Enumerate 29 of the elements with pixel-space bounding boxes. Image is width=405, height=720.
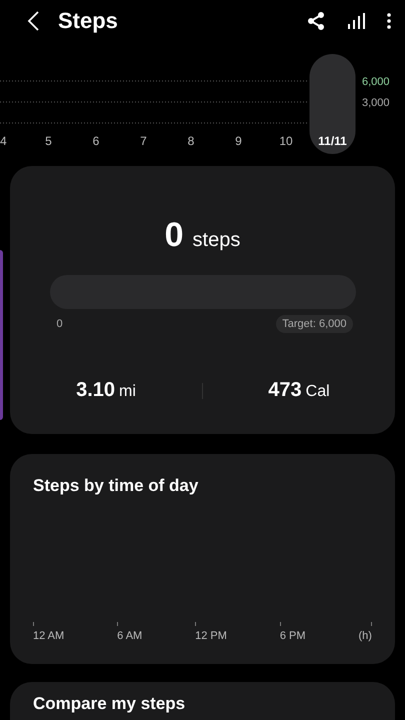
- day-label[interactable]: 4: [0, 134, 7, 148]
- day-label[interactable]: 11/11: [318, 134, 347, 148]
- y-axis-label: 6,000: [362, 76, 390, 88]
- card-title: Compare my steps: [33, 695, 186, 713]
- card-title: Steps by time of day: [33, 476, 200, 496]
- axis-label: 12 AM: [33, 630, 64, 642]
- target-label: Target: 6,000: [276, 315, 352, 333]
- bar-chart-icon[interactable]: [347, 13, 365, 29]
- day-label[interactable]: 9: [235, 134, 242, 148]
- y-axis-label: 3,000: [362, 97, 390, 109]
- axis-label: (h): [358, 630, 372, 642]
- stat-value: 3.10: [76, 379, 116, 402]
- axis-label: 12 PM: [195, 630, 227, 642]
- share-icon[interactable]: [307, 12, 325, 30]
- stat-unit: Cal: [306, 383, 330, 401]
- day-label[interactable]: 7: [140, 134, 147, 148]
- day-label[interactable]: 8: [188, 134, 194, 148]
- day-label[interactable]: 10: [279, 134, 293, 148]
- step-unit: steps: [192, 229, 240, 252]
- axis-label: 6 PM: [280, 630, 306, 642]
- page-title: Steps: [58, 8, 119, 34]
- more-options-icon[interactable]: [387, 13, 391, 29]
- step-count: 0: [164, 216, 184, 255]
- day-label[interactable]: 6: [92, 134, 100, 148]
- day-label[interactable]: 5: [45, 134, 52, 148]
- progress-start-label: 0: [56, 318, 63, 330]
- axis-label: 6 AM: [117, 630, 142, 642]
- stat-unit: mi: [119, 383, 136, 401]
- stat-value: 473: [268, 379, 302, 402]
